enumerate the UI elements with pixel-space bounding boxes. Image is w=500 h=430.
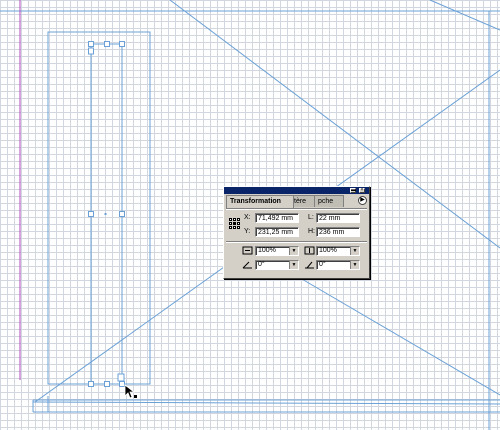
scale-y-combo[interactable]: 100% ▼ [316, 246, 360, 256]
y-field[interactable]: 231,25 mm [255, 227, 299, 237]
x-field[interactable]: 71,492 mm [255, 213, 299, 223]
shear-icon [304, 260, 315, 269]
shear-value: 0° [319, 261, 326, 268]
transformation-palette[interactable]: ▬ × Transformation tère pche ▶ X: 71,492… [223, 186, 370, 279]
scale-horizontal-icon [242, 246, 253, 255]
height-field[interactable]: 236 mm [316, 227, 360, 237]
minimize-button[interactable]: ▬ [350, 188, 356, 193]
scale-y-value: 100% [319, 247, 337, 254]
tab-transformation[interactable]: Transformation [226, 195, 294, 208]
reference-point-grid[interactable] [229, 218, 240, 229]
close-button[interactable]: × [359, 188, 365, 193]
rotate-icon [242, 260, 253, 269]
x-label: X: [244, 214, 251, 221]
palette-title-bar[interactable]: ▬ × [224, 187, 369, 194]
palette-menu-icon[interactable]: ▶ [358, 196, 367, 205]
rotate-value: 0° [258, 261, 265, 268]
dropdown-icon[interactable]: ▼ [289, 247, 298, 255]
width-field[interactable]: 22 mm [316, 213, 360, 223]
dropdown-icon[interactable]: ▼ [289, 261, 298, 269]
width-label: L: [308, 214, 314, 221]
scale-x-combo[interactable]: 100% ▼ [255, 246, 299, 256]
scale-vertical-icon [304, 246, 315, 255]
dropdown-icon[interactable]: ▼ [350, 247, 359, 255]
tab-paragraph[interactable]: pche [314, 195, 344, 207]
height-label: H: [308, 228, 315, 235]
shear-combo[interactable]: 0° ▼ [316, 260, 360, 270]
y-label: Y: [244, 228, 251, 235]
divider [226, 208, 367, 210]
divider [226, 241, 367, 243]
rotate-combo[interactable]: 0° ▼ [255, 260, 299, 270]
dropdown-icon[interactable]: ▼ [350, 261, 359, 269]
arrow-cursor-icon [124, 384, 137, 399]
scale-x-value: 100% [258, 247, 276, 254]
diagonal-guide-3 [294, 274, 500, 396]
palette-tabs: Transformation tère pche [226, 195, 367, 208]
